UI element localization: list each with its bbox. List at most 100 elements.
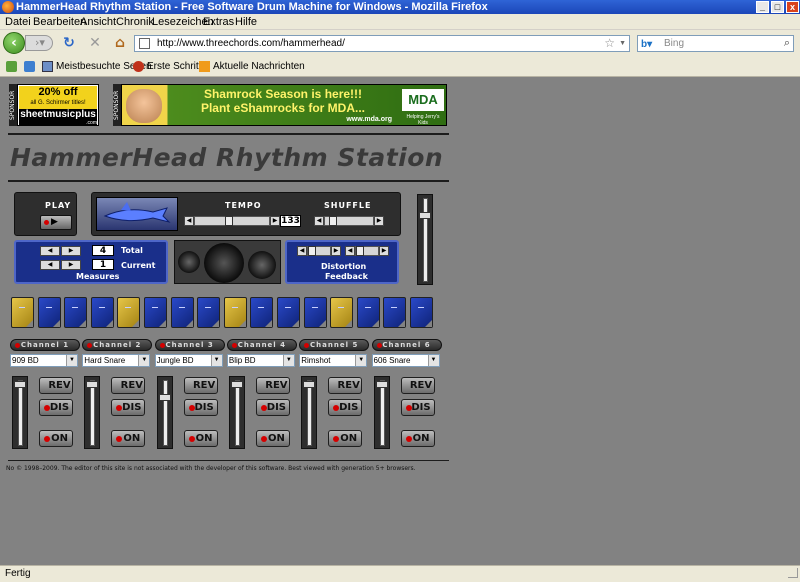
volume-knob[interactable] [303, 381, 316, 389]
bookmark-list-icon[interactable] [24, 61, 35, 72]
step-pad[interactable] [90, 297, 114, 328]
menu-extras[interactable]: Extras [203, 16, 234, 28]
chevron-down-icon[interactable]: ▼ [210, 355, 222, 366]
feedback-right-arrow[interactable]: ▶ [379, 246, 389, 256]
total-increase-arrow[interactable]: ▶ [61, 246, 81, 256]
channel-3-on-button[interactable]: ON [183, 430, 218, 447]
add-bookmark-icon[interactable] [6, 61, 17, 72]
resize-grip-icon[interactable] [788, 568, 798, 578]
back-arrow-icon[interactable]: ‹ [3, 32, 25, 54]
stop-icon[interactable]: ✕ [87, 35, 103, 51]
maximize-button[interactable]: □ [771, 1, 784, 13]
channel-3-dis-button[interactable]: DIS [183, 399, 218, 416]
menu-datei[interactable]: Datei [5, 16, 31, 28]
channel-1-rev-button[interactable]: REV [39, 377, 73, 394]
step-pad[interactable] [277, 297, 300, 328]
ad-mda-shamrock[interactable]: Shamrock Season is here!!! Plant eShamro… [121, 84, 447, 126]
channel-2-on-button[interactable]: ON [111, 430, 146, 447]
shuffle-slider-knob[interactable] [329, 216, 337, 226]
channel-5-rev-button[interactable]: REV [328, 377, 363, 394]
distortion-left-arrow[interactable]: ◀ [297, 246, 307, 256]
feedback-slider[interactable] [355, 246, 379, 256]
step-pad[interactable] [223, 297, 247, 328]
feedback-knob[interactable] [356, 246, 364, 256]
current-increase-arrow[interactable]: ▶ [61, 260, 81, 270]
channel-5-volume-slider[interactable] [301, 376, 318, 449]
channel-3-sound-select[interactable]: Jungle BD ▼ [154, 354, 223, 367]
step-pad[interactable] [117, 297, 141, 328]
channel-6-dis-button[interactable]: DIS [400, 399, 435, 416]
channel-6-sound-select[interactable]: 606 Snare ▼ [371, 354, 440, 367]
tempo-slider-knob[interactable] [224, 216, 233, 226]
minimize-button[interactable]: _ [756, 1, 769, 13]
step-pad[interactable] [197, 297, 221, 328]
tempo-left-arrow[interactable]: ◀ [184, 216, 194, 226]
volume-knob[interactable] [375, 381, 388, 389]
channel-6-button[interactable]: Channel 6 [371, 339, 442, 351]
channel-5-sound-select[interactable]: Rimshot ▼ [299, 354, 368, 367]
channel-5-button[interactable]: Channel 5 [299, 339, 370, 351]
search-icon[interactable]: ⌕ [784, 36, 790, 51]
channel-6-volume-slider[interactable] [373, 376, 390, 449]
menu-bearbeiten[interactable]: Bearbeiten [33, 16, 86, 28]
step-pad[interactable] [64, 297, 88, 328]
channel-4-volume-slider[interactable] [228, 376, 245, 449]
dropdown-arrow-icon[interactable]: ▼ [619, 36, 626, 51]
channel-1-on-button[interactable]: ON [39, 430, 73, 447]
menu-ansicht[interactable]: Ansicht [80, 16, 116, 28]
chevron-down-icon[interactable]: ▼ [138, 355, 150, 366]
total-decrease-arrow[interactable]: ◀ [40, 246, 60, 256]
play-button[interactable]: ▶ [40, 215, 72, 230]
star-icon[interactable]: ☆ [604, 36, 615, 51]
channel-4-sound-select[interactable]: Blip BD ▼ [226, 354, 295, 367]
distortion-knob[interactable] [308, 246, 316, 256]
channel-3-volume-slider[interactable] [156, 376, 173, 449]
master-volume-knob[interactable] [419, 212, 431, 219]
channel-6-on-button[interactable]: ON [400, 430, 435, 447]
volume-knob[interactable] [14, 381, 26, 389]
channel-2-dis-button[interactable]: DIS [111, 399, 146, 416]
step-pad[interactable] [356, 297, 380, 328]
shuffle-slider[interactable] [324, 216, 374, 226]
step-pad[interactable] [303, 297, 327, 328]
chevron-down-icon[interactable]: ▼ [66, 355, 77, 366]
channel-2-volume-slider[interactable] [84, 376, 101, 449]
chevron-down-icon[interactable]: ▼ [427, 355, 439, 366]
channel-1-button[interactable]: Channel 1 [10, 339, 80, 351]
channel-2-rev-button[interactable]: REV [111, 377, 146, 394]
channel-4-button[interactable]: Channel 4 [226, 339, 297, 351]
close-button[interactable]: x [786, 1, 799, 13]
tempo-slider[interactable] [194, 216, 270, 226]
channel-5-on-button[interactable]: ON [328, 430, 363, 447]
step-pad[interactable] [250, 297, 274, 328]
menu-hilfe[interactable]: Hilfe [235, 16, 257, 28]
url-input[interactable]: http://www.threechords.com/hammerhead/ ☆… [134, 35, 630, 52]
feedback-left-arrow[interactable]: ◀ [345, 246, 355, 256]
step-pad[interactable] [383, 297, 407, 328]
step-pad[interactable] [170, 297, 194, 328]
channel-4-rev-button[interactable]: REV [255, 377, 290, 394]
volume-knob[interactable] [86, 381, 99, 389]
master-volume-slider[interactable] [417, 194, 433, 285]
distortion-right-arrow[interactable]: ▶ [331, 246, 341, 256]
home-icon[interactable]: ⌂ [112, 35, 128, 51]
forward-arrow-icon[interactable]: ›▾ [25, 35, 53, 51]
step-pad[interactable] [330, 297, 354, 328]
chevron-down-icon[interactable]: ▼ [355, 355, 367, 366]
step-pad[interactable] [37, 297, 61, 328]
step-pad[interactable] [410, 297, 433, 328]
bookmark-nachrichten[interactable]: Aktuelle Nachrichten [213, 61, 305, 72]
channel-3-button[interactable]: Channel 3 [154, 339, 225, 351]
bing-logo-icon[interactable]: b▾ [641, 37, 659, 50]
channel-5-dis-button[interactable]: DIS [328, 399, 363, 416]
channel-1-sound-select[interactable]: 909 BD ▼ [10, 354, 78, 367]
current-decrease-arrow[interactable]: ◀ [40, 260, 60, 270]
chevron-down-icon[interactable]: ▼ [282, 355, 294, 366]
shuffle-left-arrow[interactable]: ◀ [314, 216, 324, 226]
reload-icon[interactable]: ↻ [61, 35, 77, 51]
channel-1-dis-button[interactable]: DIS [39, 399, 73, 416]
step-pad[interactable] [144, 297, 167, 328]
step-pad[interactable] [11, 297, 34, 328]
volume-knob[interactable] [230, 381, 243, 389]
channel-6-rev-button[interactable]: REV [400, 377, 435, 394]
